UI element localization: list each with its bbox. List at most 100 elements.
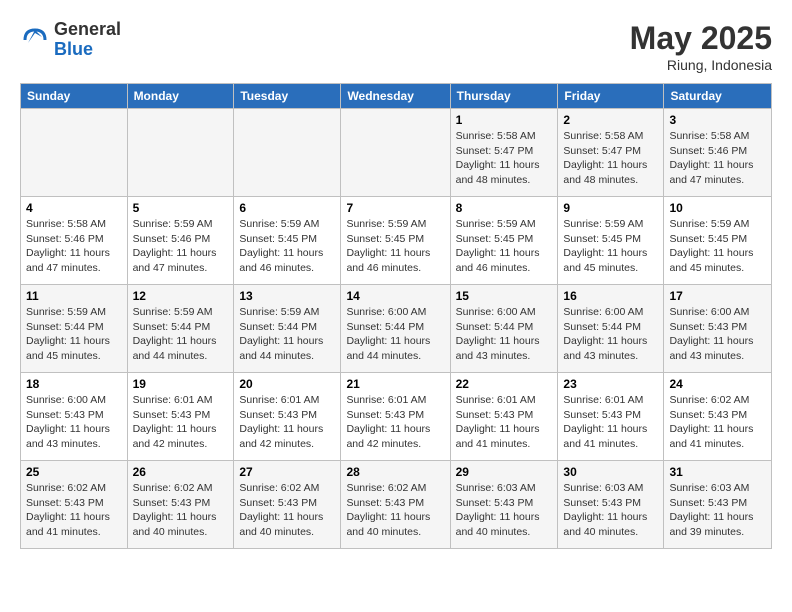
day-info: Sunrise: 5:59 AMSunset: 5:45 PMDaylight:… <box>346 217 444 276</box>
header-day-saturday: Saturday <box>664 84 772 109</box>
day-info: Sunrise: 6:01 AMSunset: 5:43 PMDaylight:… <box>563 393 658 452</box>
day-number: 26 <box>133 465 229 479</box>
day-cell: 19Sunrise: 6:01 AMSunset: 5:43 PMDayligh… <box>127 373 234 461</box>
day-number: 27 <box>239 465 335 479</box>
day-number: 16 <box>563 289 658 303</box>
day-info: Sunrise: 6:03 AMSunset: 5:43 PMDaylight:… <box>669 481 766 540</box>
day-info: Sunrise: 6:03 AMSunset: 5:43 PMDaylight:… <box>563 481 658 540</box>
day-info: Sunrise: 6:02 AMSunset: 5:43 PMDaylight:… <box>26 481 122 540</box>
day-number: 20 <box>239 377 335 391</box>
day-number: 7 <box>346 201 444 215</box>
week-row-4: 18 Sunrise: 6:00 AMSunset: 5:43 PMDayligh… <box>21 373 772 461</box>
day-number: 2 <box>563 113 658 127</box>
day-number: 28 <box>346 465 444 479</box>
day-info: Sunrise: 6:00 AMSunset: 5:44 PMDaylight:… <box>456 305 553 364</box>
day-info: Sunrise: 6:01 AMSunset: 5:43 PMDaylight:… <box>346 393 444 452</box>
day-number: 24 <box>669 377 766 391</box>
day-number: 12 <box>133 289 229 303</box>
header-day-sunday: Sunday <box>21 84 128 109</box>
day-number: 9 <box>563 201 658 215</box>
header-day-monday: Monday <box>127 84 234 109</box>
logo-icon <box>20 25 50 55</box>
day-info: Sunrise: 5:59 AMSunset: 5:44 PMDaylight:… <box>133 305 229 364</box>
day-cell: 10 Sunrise: 5:59 AMSunset: 5:45 PMDayligh… <box>664 197 772 285</box>
day-info: Sunrise: 6:03 AMSunset: 5:43 PMDaylight:… <box>456 481 553 540</box>
day-info: Sunrise: 5:59 AMSunset: 5:45 PMDaylight:… <box>563 217 658 276</box>
day-number: 6 <box>239 201 335 215</box>
day-number: 10 <box>669 201 766 215</box>
day-cell: 11Sunrise: 5:59 AMSunset: 5:44 PMDayligh… <box>21 285 128 373</box>
week-row-2: 4Sunrise: 5:58 AMSunset: 5:46 PMDaylight… <box>21 197 772 285</box>
day-cell: 18 Sunrise: 6:00 AMSunset: 5:43 PMDayligh… <box>21 373 128 461</box>
day-number: 23 <box>563 377 658 391</box>
day-cell: 24Sunrise: 6:02 AMSunset: 5:43 PMDayligh… <box>664 373 772 461</box>
day-number: 17 <box>669 289 766 303</box>
header-row: SundayMondayTuesdayWednesdayThursdayFrid… <box>21 84 772 109</box>
day-cell: 21 Sunrise: 6:01 AMSunset: 5:43 PMDayligh… <box>341 373 450 461</box>
day-cell: 23 Sunrise: 6:01 AMSunset: 5:43 PMDayligh… <box>558 373 664 461</box>
day-number: 31 <box>669 465 766 479</box>
title-block: May 2025 Riung, Indonesia <box>630 20 772 73</box>
day-cell: 1 Sunrise: 5:58 AMSunset: 5:47 PMDaylight… <box>450 109 558 197</box>
day-number: 30 <box>563 465 658 479</box>
day-number: 1 <box>456 113 553 127</box>
day-number: 22 <box>456 377 553 391</box>
day-info: Sunrise: 6:01 AMSunset: 5:43 PMDaylight:… <box>456 393 553 452</box>
day-cell: 31 Sunrise: 6:03 AMSunset: 5:43 PMDayligh… <box>664 461 772 549</box>
day-number: 13 <box>239 289 335 303</box>
location-text: Riung, Indonesia <box>630 57 772 73</box>
day-info: Sunrise: 6:01 AMSunset: 5:43 PMDaylight:… <box>133 393 229 452</box>
day-cell: 9 Sunrise: 5:59 AMSunset: 5:45 PMDaylight… <box>558 197 664 285</box>
day-number: 5 <box>133 201 229 215</box>
day-info: Sunrise: 6:00 AMSunset: 5:43 PMDaylight:… <box>26 393 122 452</box>
day-info: Sunrise: 5:59 AMSunset: 5:46 PMDaylight:… <box>133 217 229 276</box>
day-info: Sunrise: 5:59 AMSunset: 5:45 PMDaylight:… <box>239 217 335 276</box>
day-cell: 22 Sunrise: 6:01 AMSunset: 5:43 PMDayligh… <box>450 373 558 461</box>
logo-general-text: General <box>54 20 121 40</box>
day-info: Sunrise: 5:58 AMSunset: 5:46 PMDaylight:… <box>669 129 766 188</box>
day-number: 11 <box>26 289 122 303</box>
day-info: Sunrise: 5:58 AMSunset: 5:47 PMDaylight:… <box>456 129 553 188</box>
day-cell: 4Sunrise: 5:58 AMSunset: 5:46 PMDaylight… <box>21 197 128 285</box>
header-day-wednesday: Wednesday <box>341 84 450 109</box>
day-info: Sunrise: 5:59 AMSunset: 5:44 PMDaylight:… <box>239 305 335 364</box>
week-row-3: 11 Sunrise: 5:59 AMSunset: 5:44 PMDayligh… <box>21 285 772 373</box>
day-number: 14 <box>346 289 444 303</box>
day-number: 15 <box>456 289 553 303</box>
day-cell: 7 Sunrise: 5:59 AMSunset: 5:45 PMDaylight… <box>341 197 450 285</box>
day-cell: 26 Sunrise: 6:02 AMSunset: 5:43 PMDayligh… <box>127 461 234 549</box>
day-cell: 13 Sunrise: 5:59 AMSunset: 5:44 PMDayligh… <box>234 285 341 373</box>
day-info: Sunrise: 5:59 AMSunset: 5:45 PMDaylight:… <box>669 217 766 276</box>
day-number: 3 <box>669 113 766 127</box>
calendar-header: SundayMondayTuesdayWednesdayThursdayFrid… <box>21 84 772 109</box>
calendar-body: 1 Sunrise: 5:58 AMSunset: 5:47 PMDaylight… <box>21 109 772 549</box>
header-day-friday: Friday <box>558 84 664 109</box>
day-number: 21 <box>346 377 444 391</box>
logo-blue-text: Blue <box>54 40 121 60</box>
day-cell: 15 Sunrise: 6:00 AMSunset: 5:44 PMDayligh… <box>450 285 558 373</box>
header-day-tuesday: Tuesday <box>234 84 341 109</box>
day-cell: 20 Sunrise: 6:01 AMSunset: 5:43 PMDayligh… <box>234 373 341 461</box>
day-number: 8 <box>456 201 553 215</box>
day-number: 25 <box>26 465 122 479</box>
day-cell <box>127 109 234 197</box>
day-info: Sunrise: 6:01 AMSunset: 5:43 PMDaylight:… <box>239 393 335 452</box>
day-number: 29 <box>456 465 553 479</box>
day-cell: 28Sunrise: 6:02 AMSunset: 5:43 PMDayligh… <box>341 461 450 549</box>
logo-text: General Blue <box>54 20 121 60</box>
day-number: 18 <box>26 377 122 391</box>
day-number: 4 <box>26 201 122 215</box>
logo: General Blue <box>20 20 121 60</box>
day-cell <box>341 109 450 197</box>
day-cell <box>234 109 341 197</box>
day-info: Sunrise: 6:02 AMSunset: 5:43 PMDaylight:… <box>133 481 229 540</box>
day-cell: 30 Sunrise: 6:03 AMSunset: 5:43 PMDayligh… <box>558 461 664 549</box>
day-cell: 25 Sunrise: 6:02 AMSunset: 5:43 PMDayligh… <box>21 461 128 549</box>
day-cell <box>21 109 128 197</box>
day-info: Sunrise: 5:59 AMSunset: 5:45 PMDaylight:… <box>456 217 553 276</box>
day-cell: 14Sunrise: 6:00 AMSunset: 5:44 PMDayligh… <box>341 285 450 373</box>
day-cell: 2Sunrise: 5:58 AMSunset: 5:47 PMDaylight… <box>558 109 664 197</box>
day-cell: 17Sunrise: 6:00 AMSunset: 5:43 PMDayligh… <box>664 285 772 373</box>
day-cell: 16Sunrise: 6:00 AMSunset: 5:44 PMDayligh… <box>558 285 664 373</box>
week-row-5: 25 Sunrise: 6:02 AMSunset: 5:43 PMDayligh… <box>21 461 772 549</box>
